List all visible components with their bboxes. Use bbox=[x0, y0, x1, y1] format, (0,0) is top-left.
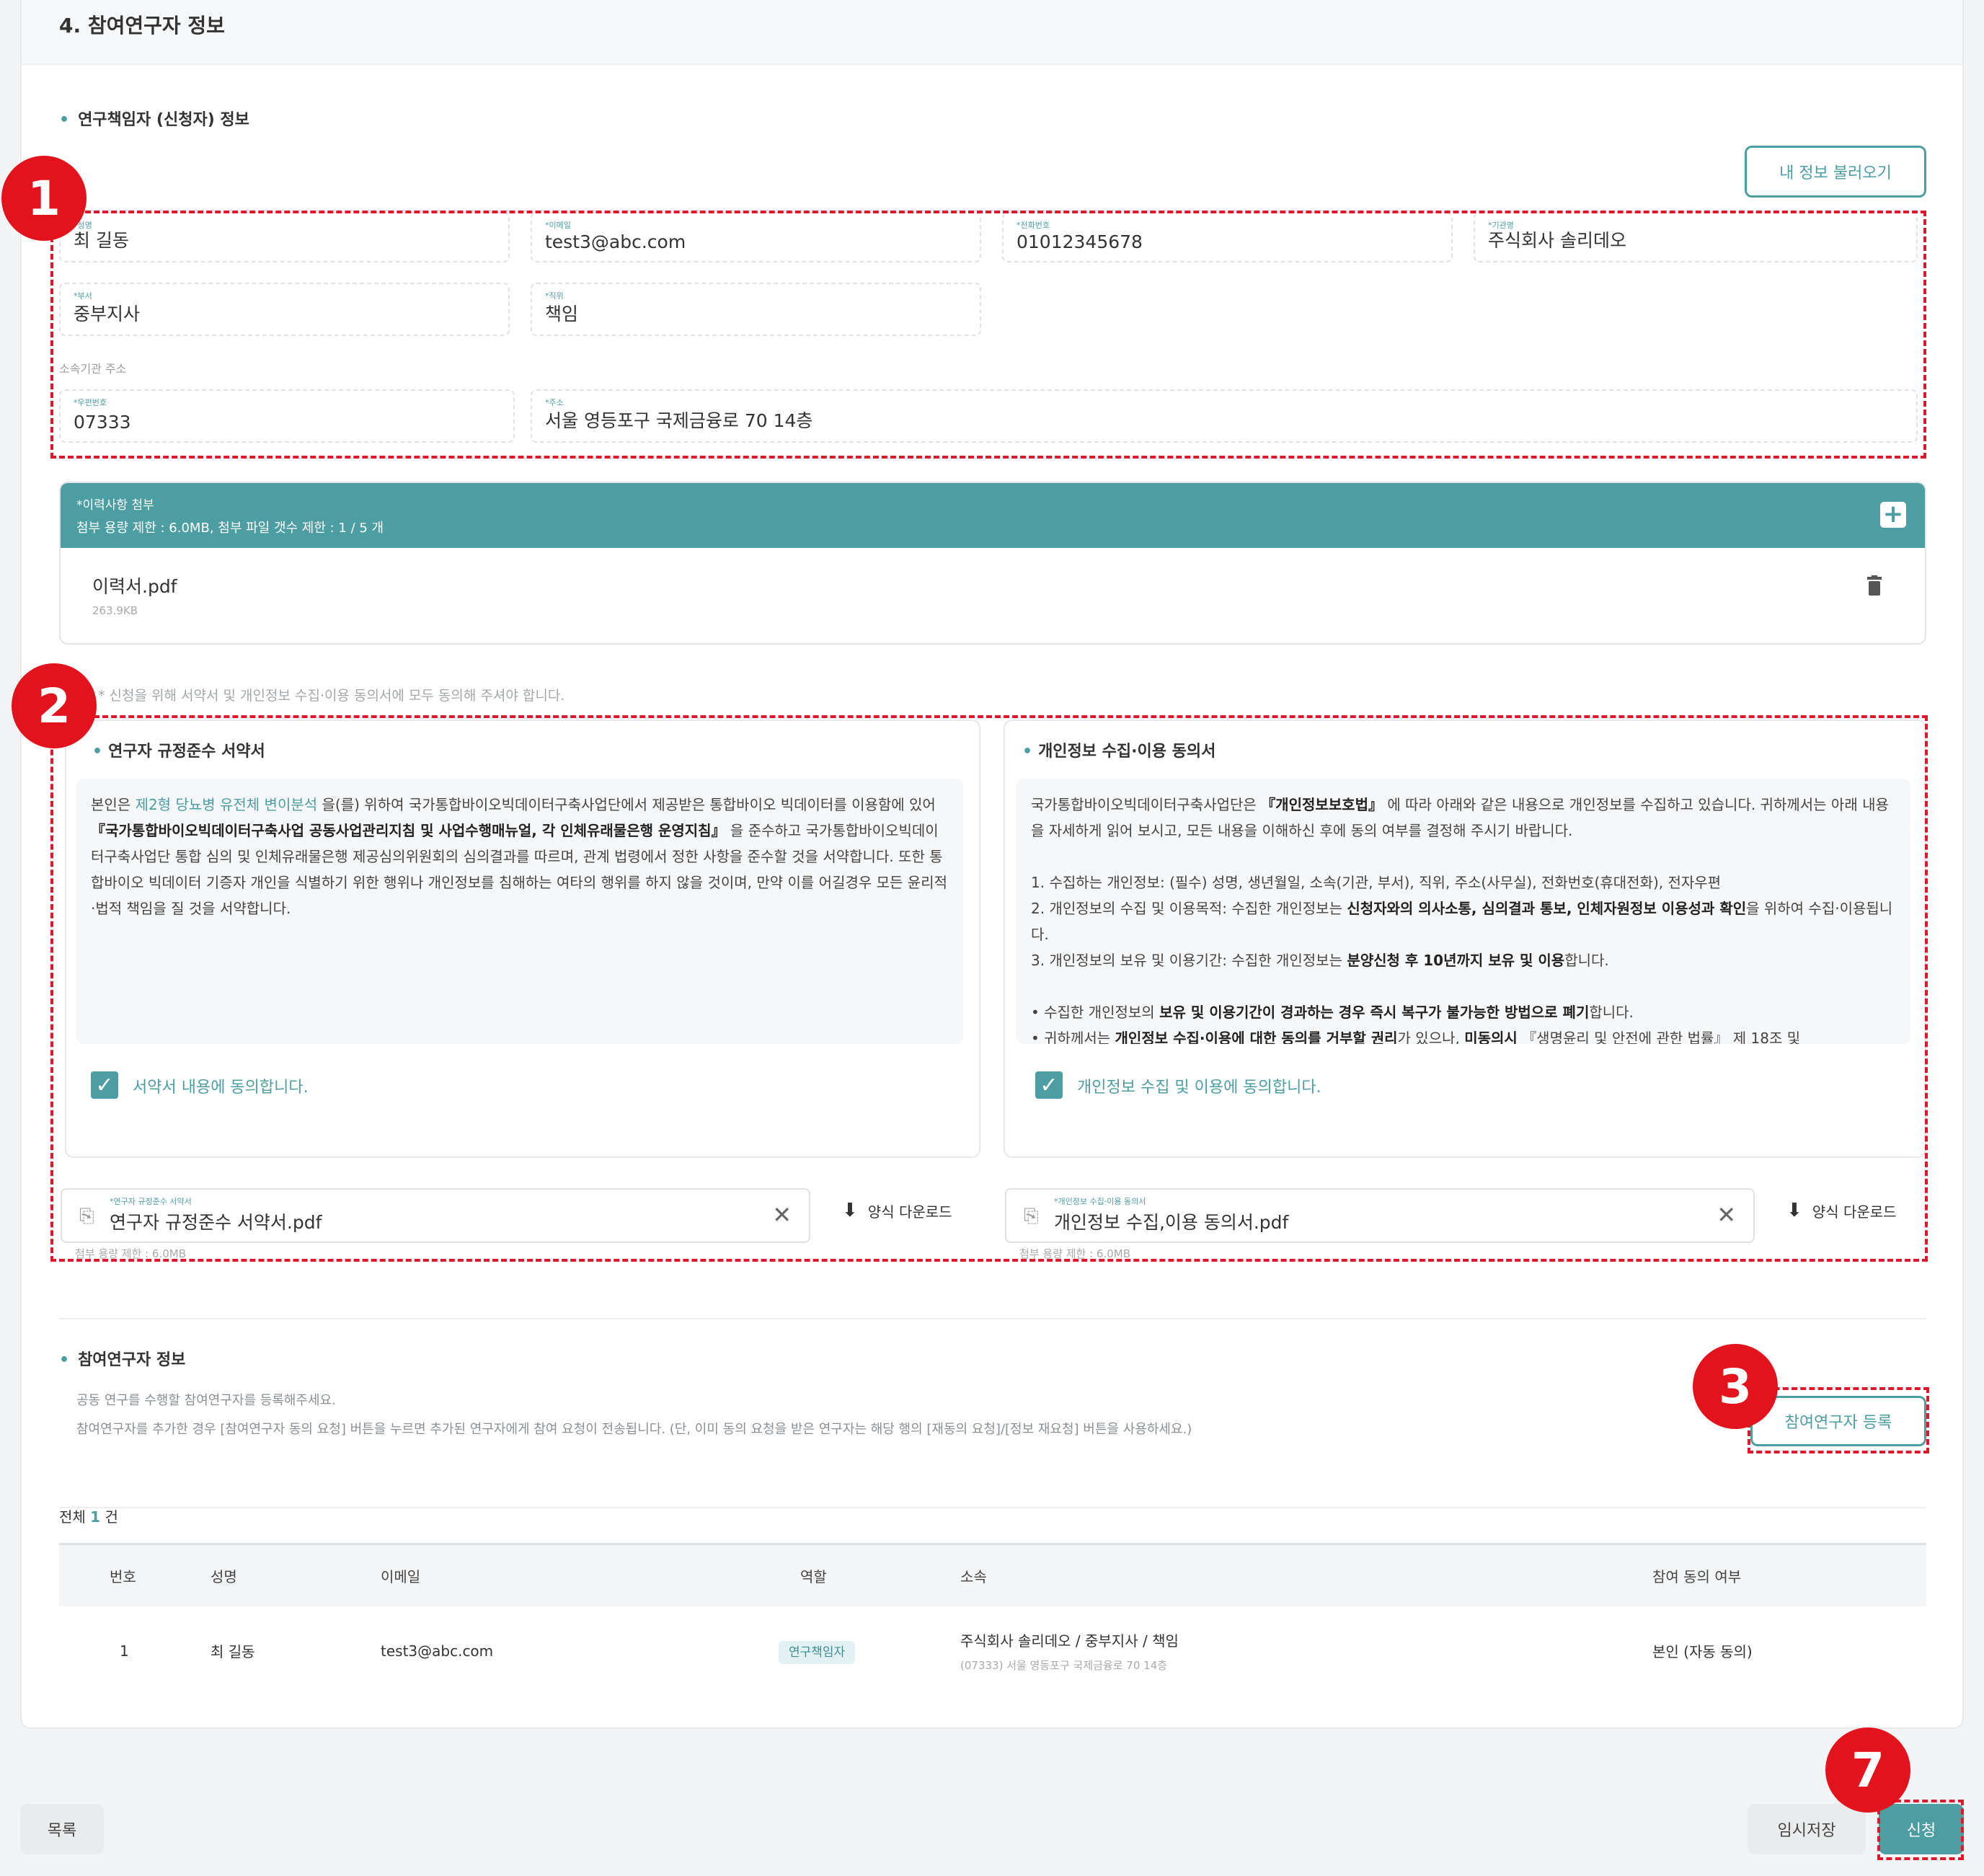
table-header-row: 번호 성명 이메일 역할 소속 참여 동의 여부 bbox=[59, 1543, 1926, 1606]
marker-1: 1 bbox=[1, 156, 87, 241]
table-row: 1 최 길동 test3@abc.com 연구책임자 주식회사 솔리데오 / 중… bbox=[59, 1606, 1926, 1696]
row-consent: 본인 (자동 동의) bbox=[1652, 1643, 1753, 1660]
resume-attachment-panel: *이력사항 첨부 첨부 용량 제한 : 6.0MB, 첨부 파일 갯수 제한 :… bbox=[59, 482, 1926, 645]
members-table: 번호 성명 이메일 역할 소속 참여 동의 여부 1 최 길동 test3@ab… bbox=[59, 1543, 1926, 1696]
row-no: 1 bbox=[120, 1642, 129, 1660]
section-header: 4. 참여연구자 정보 bbox=[22, 0, 1962, 65]
members-total-count: 1 bbox=[90, 1508, 101, 1526]
members-desc-2: 참여연구자를 추가한 경우 [참여연구자 동의 요청] 버튼을 누르면 추가된 … bbox=[76, 1422, 1192, 1437]
resume-attachment-title: *이력사항 첨부 bbox=[76, 498, 154, 513]
pi-info-label: 연구책임자 (신청자) 정보 bbox=[59, 107, 249, 130]
col-consent: 참여 동의 여부 bbox=[1652, 1543, 1926, 1606]
highlight-box-pi bbox=[50, 211, 1926, 459]
members-divider bbox=[59, 1507, 1926, 1508]
col-name: 성명 bbox=[211, 1543, 381, 1606]
col-affil: 소속 bbox=[960, 1543, 1652, 1606]
marker-7: 7 bbox=[1825, 1727, 1910, 1813]
trash-icon[interactable] bbox=[1867, 575, 1882, 596]
section-divider bbox=[59, 1318, 1926, 1319]
members-total: 전체 1 건 bbox=[59, 1508, 118, 1526]
resume-file-name: 이력서.pdf bbox=[92, 576, 177, 597]
add-file-icon[interactable]: + bbox=[1880, 502, 1906, 528]
col-role: 역할 bbox=[779, 1543, 960, 1606]
highlight-box-consent bbox=[50, 715, 1928, 1262]
members-desc-1: 공동 연구를 수행할 참여연구자를 등록해주세요. bbox=[76, 1393, 336, 1408]
role-badge: 연구책임자 bbox=[779, 1641, 856, 1664]
resume-attachment-header: *이력사항 첨부 첨부 용량 제한 : 6.0MB, 첨부 파일 갯수 제한 :… bbox=[61, 483, 1925, 548]
members-label: 참여연구자 정보 bbox=[59, 1347, 185, 1370]
load-my-info-button[interactable]: 내 정보 불러오기 bbox=[1745, 146, 1926, 198]
row-addr: (07333) 서울 영등포구 국제금융로 70 14층 bbox=[960, 1658, 1168, 1672]
row-email: test3@abc.com bbox=[381, 1642, 494, 1660]
section-title: 4. 참여연구자 정보 bbox=[59, 14, 225, 37]
col-email: 이메일 bbox=[381, 1543, 779, 1606]
resume-attachment-limit: 첨부 용량 제한 : 6.0MB, 첨부 파일 갯수 제한 : 1 / 5 개 bbox=[76, 521, 384, 536]
row-name: 최 길동 bbox=[211, 1643, 255, 1660]
resume-file-size: 263.9KB bbox=[92, 604, 138, 617]
marker-3: 3 bbox=[1693, 1344, 1778, 1429]
list-button[interactable]: 목록 bbox=[20, 1804, 104, 1854]
col-no: 번호 bbox=[59, 1543, 211, 1606]
consent-notice: * 신청을 위해 서약서 및 개인정보 수집·이용 동의서에 모두 동의해 주셔… bbox=[98, 688, 565, 704]
marker-2: 2 bbox=[12, 663, 97, 748]
temp-save-button[interactable]: 임시저장 bbox=[1748, 1804, 1866, 1854]
highlight-box-submit bbox=[1877, 1800, 1964, 1860]
row-affil: 주식회사 솔리데오 / 중부지사 / 책임 bbox=[960, 1632, 1179, 1650]
